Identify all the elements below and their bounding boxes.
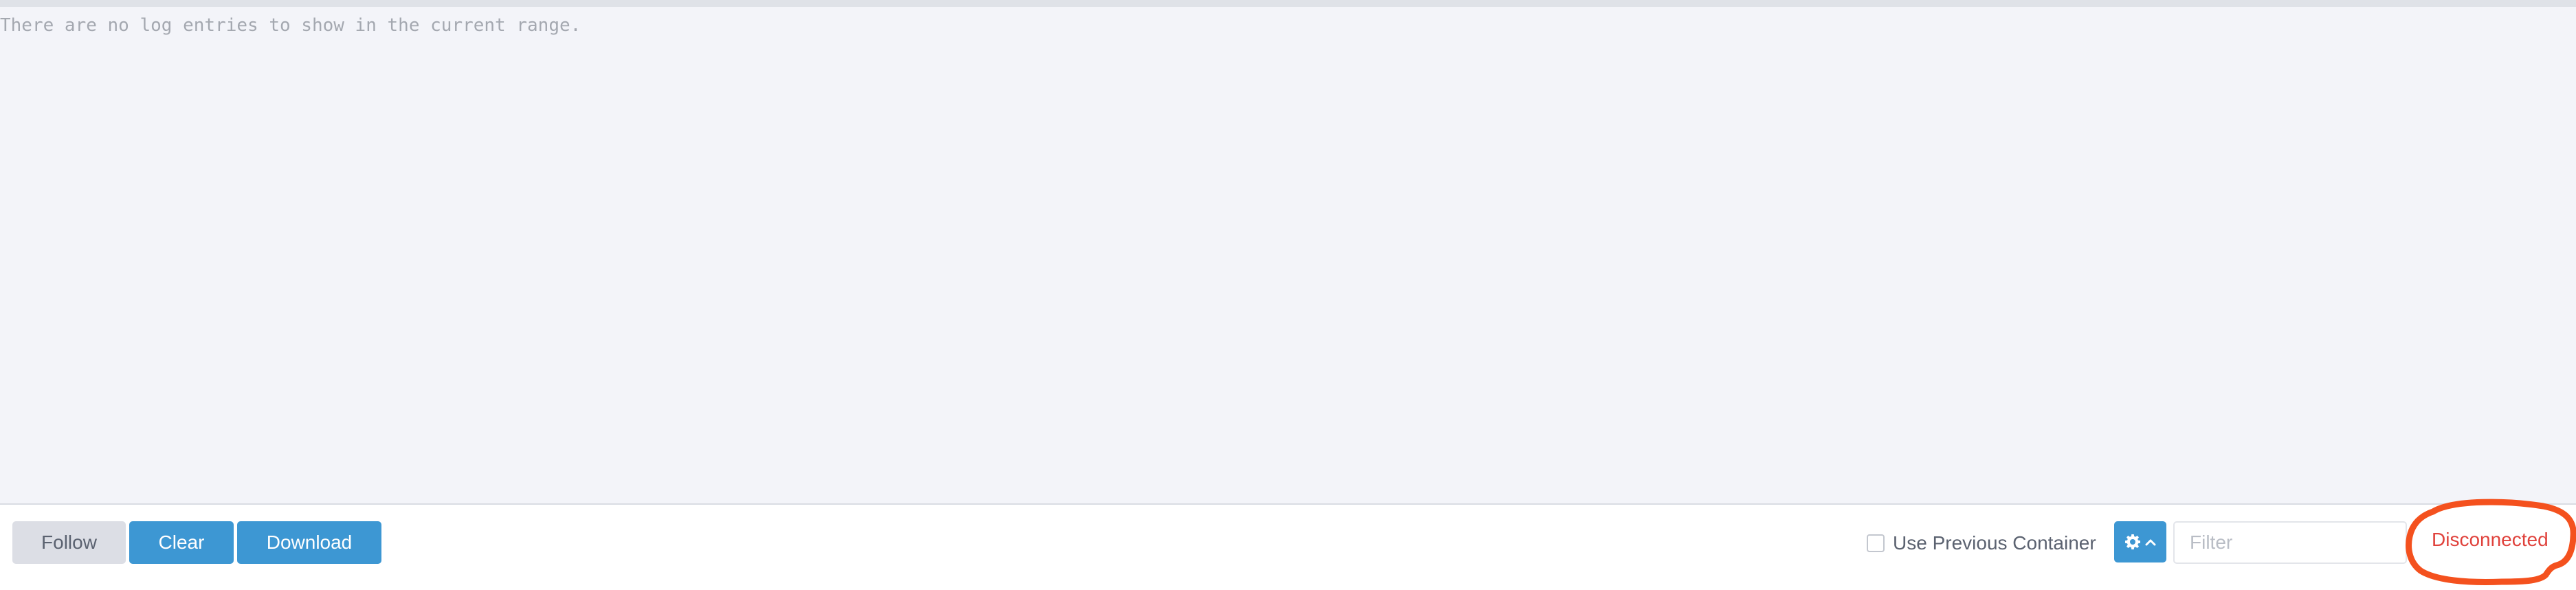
gear-icon (2124, 534, 2141, 550)
clear-button[interactable]: Clear (129, 521, 234, 564)
connection-status: Disconnected (2432, 529, 2549, 550)
use-previous-container-label: Use Previous Container (1893, 532, 2096, 554)
chevron-up-icon (2145, 538, 2156, 546)
log-viewer[interactable]: There are no log entries to show in the … (0, 7, 2576, 505)
top-divider (0, 0, 2576, 7)
settings-dropdown-button[interactable] (2114, 521, 2166, 562)
filter-input[interactable] (2173, 521, 2407, 564)
empty-log-message: There are no log entries to show in the … (0, 15, 581, 36)
use-previous-container-checkbox[interactable] (1867, 534, 1885, 552)
follow-button[interactable]: Follow (12, 521, 126, 564)
log-toolbar: Follow Clear Download Use Previous Conta… (0, 499, 2576, 588)
download-button[interactable]: Download (237, 521, 381, 564)
use-previous-container-option[interactable]: Use Previous Container (1867, 529, 2096, 557)
